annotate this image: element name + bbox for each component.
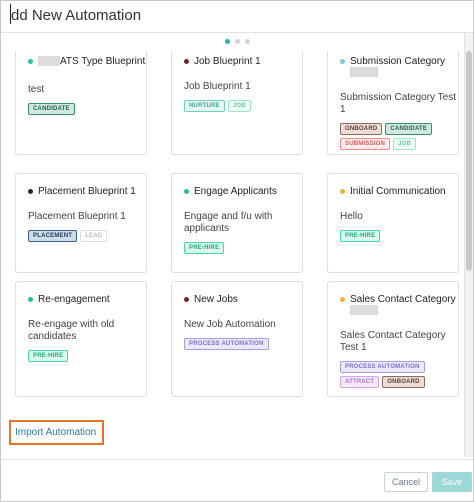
card-tags: PROCESS AUTOMATION: [184, 338, 294, 350]
card-title-text: Placement Blueprint 1: [28, 186, 146, 197]
status-dot-icon: [340, 189, 345, 194]
card-title: Sales Contact Category: [340, 294, 458, 316]
card-title-text: Engage Applicants: [184, 186, 302, 197]
status-dot-icon: [28, 189, 33, 194]
tag-submission: SUBMISSION: [340, 138, 391, 150]
redacted-block: [350, 305, 378, 316]
card-title: Initial Communication: [340, 186, 458, 197]
card-title-text: Submission Category: [340, 56, 458, 78]
card-title-label: Re-engagement: [38, 294, 110, 305]
card-description: Placement Blueprint 1: [28, 211, 126, 222]
automation-card-initial-communication[interactable]: Initial Communication Hello PRE-HIRE: [327, 173, 459, 273]
tag-process-automation: PROCESS AUTOMATION: [340, 361, 425, 373]
card-title-label: Placement Blueprint 1: [38, 186, 136, 197]
tag-attract: ATTRACT: [340, 376, 380, 388]
card-title: Submission Category: [340, 56, 458, 78]
step-dot-1[interactable]: [224, 39, 230, 44]
step-indicator: [1, 39, 473, 47]
card-title: Re-engagement: [28, 294, 146, 305]
tag-job: JOB: [393, 138, 416, 150]
card-title: New Jobs: [184, 294, 302, 305]
card-description: Hello: [340, 211, 363, 222]
card-title-text: Initial Communication: [340, 186, 458, 197]
card-tags: NURTURE JOB: [184, 100, 294, 112]
card-title: Engage Applicants: [184, 186, 302, 197]
tag-pre-hire: PRE-HIRE: [184, 242, 225, 254]
automation-card-job-blueprint-1[interactable]: Job Blueprint 1 Job Blueprint 1 NURTURE JOB: [171, 51, 303, 155]
card-title-label: Job Blueprint 1: [194, 56, 261, 67]
card-title-text: New Jobs: [184, 294, 302, 305]
automation-templates-list: ATS Type Blueprint test CANDIDATE Job Bluep…: [1, 51, 463, 459]
tag-candidate: CANDIDATE: [385, 123, 433, 135]
card-title-label: Initial Communication: [350, 186, 446, 197]
modal-header: dd New Automation: [1, 1, 473, 33]
tag-process-automation: PROCESS AUTOMATION: [184, 338, 269, 350]
automation-card-placement-blueprint-1[interactable]: Placement Blueprint 1 Placement Blueprint…: [15, 173, 147, 273]
status-dot-icon: [184, 59, 189, 64]
card-description: Job Blueprint 1: [184, 81, 251, 92]
tag-lead: LEAD: [80, 230, 108, 242]
new-automation-modal: dd New Automation ATS Type Blueprint test…: [0, 0, 474, 502]
card-title: Job Blueprint 1: [184, 56, 302, 67]
card-description: Engage and f/u with applicants: [184, 211, 273, 234]
card-title-text: Sales Contact Category: [340, 294, 458, 316]
automation-card-engage-applicants[interactable]: Engage Applicants Engage and f/u with app…: [171, 173, 303, 273]
redacted-block: [350, 67, 378, 78]
status-dot-icon: [28, 59, 33, 64]
card-tags: PRE-HIRE: [184, 242, 294, 254]
step-dot-2[interactable]: [234, 39, 240, 44]
automation-card-new-jobs[interactable]: New Jobs New Job Automation PROCESS AUTOMA…: [171, 281, 303, 397]
card-title-label: Engage Applicants: [194, 186, 277, 197]
card-title: ATS Type Blueprint: [28, 56, 146, 67]
status-dot-icon: [184, 297, 189, 302]
import-automation-link[interactable]: Import Automation: [9, 420, 104, 445]
scrollbar[interactable]: [464, 33, 473, 457]
automation-card-submission-category[interactable]: Submission Category Submission Category T…: [327, 51, 459, 155]
tag-onboard: ONBOARD: [340, 123, 383, 135]
card-title-text: Job Blueprint 1: [184, 56, 302, 67]
card-description: New Job Automation: [184, 319, 276, 330]
card-title-text: Re-engagement: [28, 294, 146, 305]
card-title-label: Submission Category: [350, 56, 446, 67]
cancel-button[interactable]: Cancel: [384, 472, 428, 492]
status-dot-icon: [340, 59, 345, 64]
status-dot-icon: [184, 189, 189, 194]
step-dot-3[interactable]: [244, 39, 250, 44]
card-description: Sales Contact Category Test 1: [340, 330, 446, 353]
automation-card-ats-type-blueprint[interactable]: ATS Type Blueprint test CANDIDATE: [15, 51, 147, 155]
card-tags: PRE-HIRE: [340, 230, 450, 242]
card-tags: ONBOARD CANDIDATE SUBMISSION JOB: [340, 123, 450, 150]
card-tags: PLACEMENT LEAD: [28, 230, 138, 242]
status-dot-icon: [340, 297, 345, 302]
card-title: Placement Blueprint 1: [28, 186, 146, 197]
modal-title: dd New Automation: [11, 7, 142, 24]
card-tags: CANDIDATE: [28, 103, 138, 115]
scrollbar-thumb[interactable]: [466, 51, 472, 271]
modal-footer: Cancel Save: [1, 459, 473, 501]
automation-grid: ATS Type Blueprint test CANDIDATE Job Bluep…: [1, 51, 463, 459]
tag-candidate: CANDIDATE: [28, 103, 75, 115]
tag-pre-hire: PRE-HIRE: [28, 350, 69, 362]
card-description: Re-engage with old candidates: [28, 319, 115, 342]
tag-onboard: ONBOARD: [382, 376, 425, 388]
card-description: Submission Category Test 1: [340, 92, 456, 115]
card-title-text: ATS Type Blueprint: [28, 56, 146, 67]
card-tags: PROCESS AUTOMATION ATTRACT ONBOARD: [340, 361, 450, 388]
card-title-label: New Jobs: [194, 294, 238, 305]
card-description: test: [28, 84, 45, 95]
save-button[interactable]: Save: [432, 472, 472, 492]
card-title-label: ATS Type Blueprint: [60, 56, 146, 67]
card-tags: PRE-HIRE: [28, 350, 138, 362]
tag-nurture: NURTURE: [184, 100, 225, 112]
automation-card-sales-contact-category[interactable]: Sales Contact Category Sales Contact Cate…: [327, 281, 459, 397]
redacted-block: [38, 56, 60, 67]
tag-job: JOB: [227, 100, 251, 112]
tag-pre-hire: PRE-HIRE: [340, 230, 381, 242]
card-title-label: Sales Contact Category: [350, 294, 456, 305]
status-dot-icon: [28, 297, 33, 302]
automation-card-re-engagement[interactable]: Re-engagement Re-engage with old candidat…: [15, 281, 147, 397]
tag-placement: PLACEMENT: [28, 230, 78, 242]
